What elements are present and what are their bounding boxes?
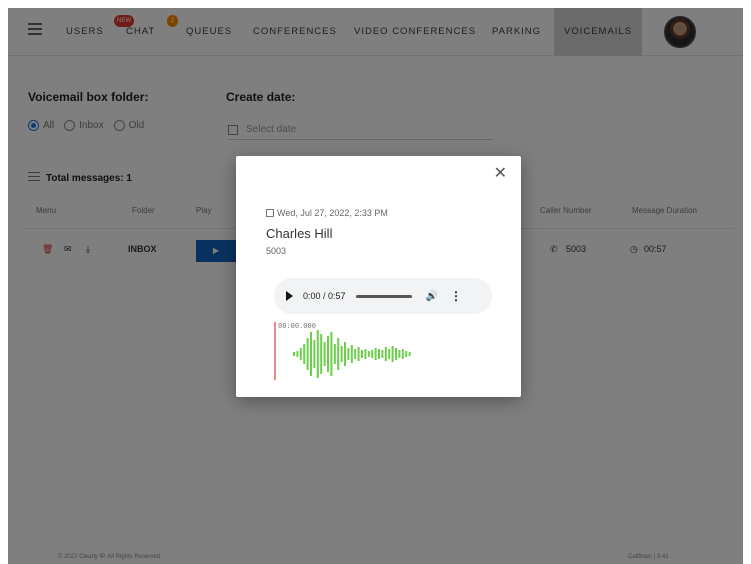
play-icon[interactable]: [286, 291, 293, 301]
caller-name: Charles Hill: [266, 226, 333, 241]
volume-icon[interactable]: 🔊: [426, 291, 438, 302]
audio-time: 0:00 / 0:57: [303, 291, 346, 301]
audio-player: 0:00 / 0:57 🔊 ⋮: [274, 278, 492, 314]
calendar-icon: [266, 209, 274, 217]
caller-number: 5003: [266, 246, 287, 256]
audio-seek-bar[interactable]: [355, 294, 412, 298]
waveform-bars: [293, 330, 411, 378]
message-date: Wed, Jul 27, 2022, 2:33 PM: [266, 208, 388, 218]
voicemail-modal: ✕ Wed, Jul 27, 2022, 2:33 PM Charles Hil…: [236, 156, 521, 397]
app-frame: USERS CHAT NEW 2 QUEUES CONFERENCES VIDE…: [8, 8, 743, 564]
waveform-time: 00:00.000: [278, 322, 316, 330]
more-options-icon[interactable]: ⋮: [450, 289, 462, 303]
close-icon[interactable]: ✕: [494, 166, 507, 182]
